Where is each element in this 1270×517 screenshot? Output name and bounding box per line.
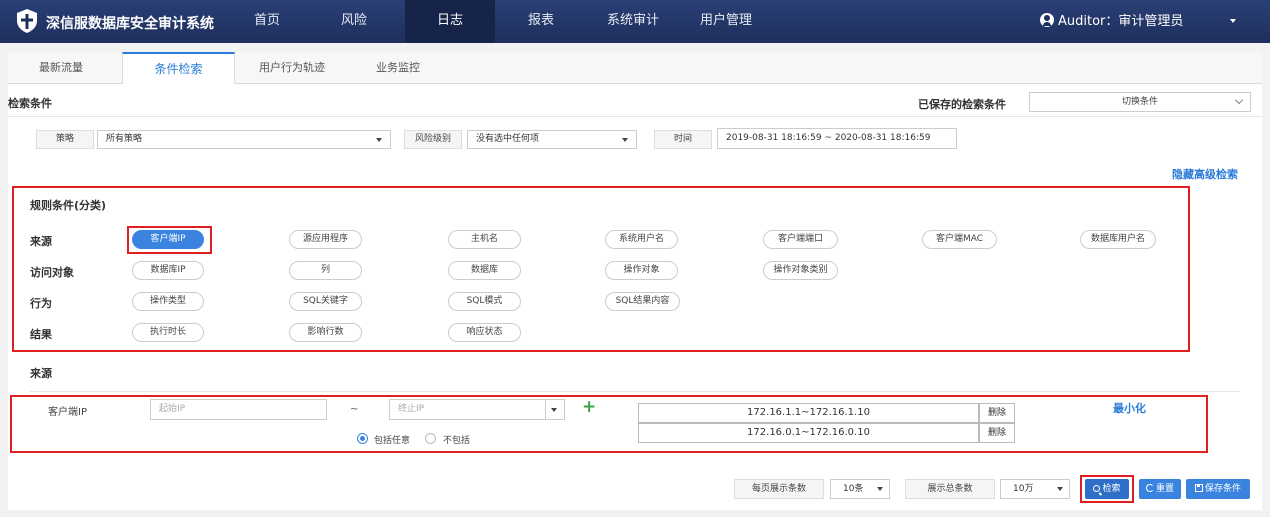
nav-home[interactable]: 首页 (246, 0, 288, 43)
ip-range-cell: 172.16.0.1~172.16.0.10 (638, 423, 979, 443)
risk-level-value: 没有选中任何项 (476, 134, 540, 144)
caret-down-icon (622, 138, 628, 142)
caret-down-icon[interactable] (1230, 19, 1236, 23)
range-tilde: ~ (350, 404, 359, 415)
nav-log[interactable]: 日志 (405, 0, 495, 43)
rule-row-label: 来源 (30, 235, 52, 248)
pill-operation-type[interactable]: 操作类型 (132, 292, 204, 311)
refresh-icon (1145, 484, 1154, 492)
total-count-select[interactable]: 10万 (1000, 479, 1070, 499)
delete-range-button[interactable]: 删除 (979, 403, 1015, 423)
delete-range-button[interactable]: 删除 (979, 423, 1015, 443)
tab-business-monitor[interactable]: 业务监控 (358, 52, 438, 84)
pill-operation-object-type[interactable]: 操作对象类别 (763, 261, 838, 280)
caret-down-icon (877, 487, 883, 491)
saved-conditions-label: 已保存的检索条件 (918, 98, 1006, 111)
client-ip-label: 客户端IP (48, 407, 87, 418)
hide-advanced-search-link[interactable]: 隐藏高级检索 (1172, 166, 1238, 182)
search-icon (1093, 485, 1101, 492)
per-page-value: 10条 (843, 484, 864, 494)
reset-button[interactable]: 重置 (1139, 479, 1181, 499)
time-label: 时间 (654, 130, 712, 149)
user-menu[interactable]: Auditor：审计管理员 (1040, 10, 1183, 29)
rule-row-label: 行为 (30, 297, 52, 310)
pill-column[interactable]: 列 (289, 261, 362, 280)
caret-down-icon (376, 138, 382, 142)
nav-system-audit[interactable]: 系统审计 (600, 0, 666, 43)
pill-database[interactable]: 数据库 (448, 261, 521, 280)
search-conditions-title: 检索条件 (8, 97, 52, 110)
save-conditions-button[interactable]: 保存条件 (1186, 479, 1250, 499)
user-icon (1040, 13, 1054, 27)
exclude-label: 不包括 (443, 436, 471, 446)
chevron-down-icon (1234, 95, 1244, 105)
include-any-label: 包括任意 (374, 436, 411, 446)
search-button[interactable]: 检索 (1085, 479, 1129, 499)
caret-down-icon (551, 408, 557, 412)
exclude-radio[interactable] (425, 433, 436, 444)
add-range-plus-icon[interactable]: + (582, 397, 596, 417)
pill-operation-object[interactable]: 操作对象 (605, 261, 678, 280)
policy-value: 所有策略 (106, 134, 143, 144)
switch-condition-select[interactable]: 切换条件 (1029, 92, 1251, 112)
user-label: Auditor：审计管理员 (1058, 14, 1184, 29)
pill-sql-pattern[interactable]: SQL模式 (448, 292, 521, 311)
search-button-label: 检索 (1102, 484, 1121, 494)
tab-user-behavior[interactable]: 用户行为轨迹 (242, 52, 342, 84)
dropdown-divider (545, 399, 546, 420)
save-conditions-label: 保存条件 (1204, 484, 1241, 494)
pill-response-status[interactable]: 响应状态 (448, 323, 521, 342)
pill-execution-duration[interactable]: 执行时长 (132, 323, 204, 342)
per-page-label: 每页展示条数 (734, 479, 824, 499)
tab-condition-search[interactable]: 条件检索 (122, 52, 235, 85)
pill-sql-result-content[interactable]: SQL结果内容 (605, 292, 680, 311)
rule-row-label: 访问对象 (30, 266, 74, 279)
pill-hostname[interactable]: 主机名 (448, 230, 521, 249)
pill-client-ip[interactable]: 客户端IP (132, 230, 204, 249)
pill-source-application[interactable]: 源应用程序 (289, 230, 362, 249)
per-page-select[interactable]: 10条 (830, 479, 890, 499)
pill-system-username[interactable]: 系统用户名 (605, 230, 678, 249)
total-count-value: 10万 (1013, 484, 1034, 494)
pill-sql-keyword[interactable]: SQL关键字 (289, 292, 362, 311)
tab-bar: 最新流量 条件检索 用户行为轨迹 业务监控 (8, 52, 1262, 85)
start-ip-input[interactable]: 起始IP (150, 399, 327, 420)
rule-conditions-title: 规则条件(分类) (30, 199, 107, 212)
app-brand: 深信服数据库安全审计系统 (46, 16, 214, 32)
pill-affected-rows[interactable]: 影响行数 (289, 323, 362, 342)
divider (30, 391, 1240, 392)
policy-select[interactable]: 所有策略 (97, 130, 391, 149)
ip-range-cell: 172.16.1.1~172.16.1.10 (638, 403, 979, 423)
caret-down-icon (1057, 487, 1063, 491)
save-icon (1194, 484, 1203, 492)
nav-risk[interactable]: 风险 (333, 0, 375, 43)
policy-label: 策略 (36, 130, 94, 149)
pill-database-username[interactable]: 数据库用户名 (1080, 230, 1156, 249)
top-nav-bar: 深信服数据库安全审计系统 首页 风险 日志 报表 系统审计 用户管理 Audit… (0, 0, 1270, 43)
minimize-link[interactable]: 最小化 (1113, 400, 1146, 416)
pill-client-port[interactable]: 客户端端口 (763, 230, 838, 249)
switch-condition-value: 切换条件 (1121, 97, 1158, 107)
time-range-input[interactable]: 2019-08-31 18:16:59 ~ 2020-08-31 18:16:5… (717, 128, 957, 149)
end-ip-placeholder: 终止IP (398, 404, 425, 414)
shield-logo-icon (17, 9, 37, 33)
total-count-label: 展示总条数 (905, 479, 995, 499)
nav-report[interactable]: 报表 (520, 0, 562, 43)
risk-level-select[interactable]: 没有选中任何项 (467, 130, 637, 149)
tab-latest-traffic[interactable]: 最新流量 (18, 52, 104, 84)
nav-user-management[interactable]: 用户管理 (693, 0, 759, 43)
end-ip-input[interactable]: 终止IP (389, 399, 565, 420)
rule-row-label: 结果 (30, 328, 52, 341)
source-section-title: 来源 (30, 367, 52, 380)
reset-button-label: 重置 (1155, 484, 1174, 494)
pill-database-ip[interactable]: 数据库IP (132, 261, 204, 280)
include-any-radio[interactable] (357, 433, 368, 444)
divider (8, 116, 1262, 117)
risk-level-label: 风险级别 (404, 130, 462, 149)
pill-client-mac[interactable]: 客户端MAC (922, 230, 997, 249)
